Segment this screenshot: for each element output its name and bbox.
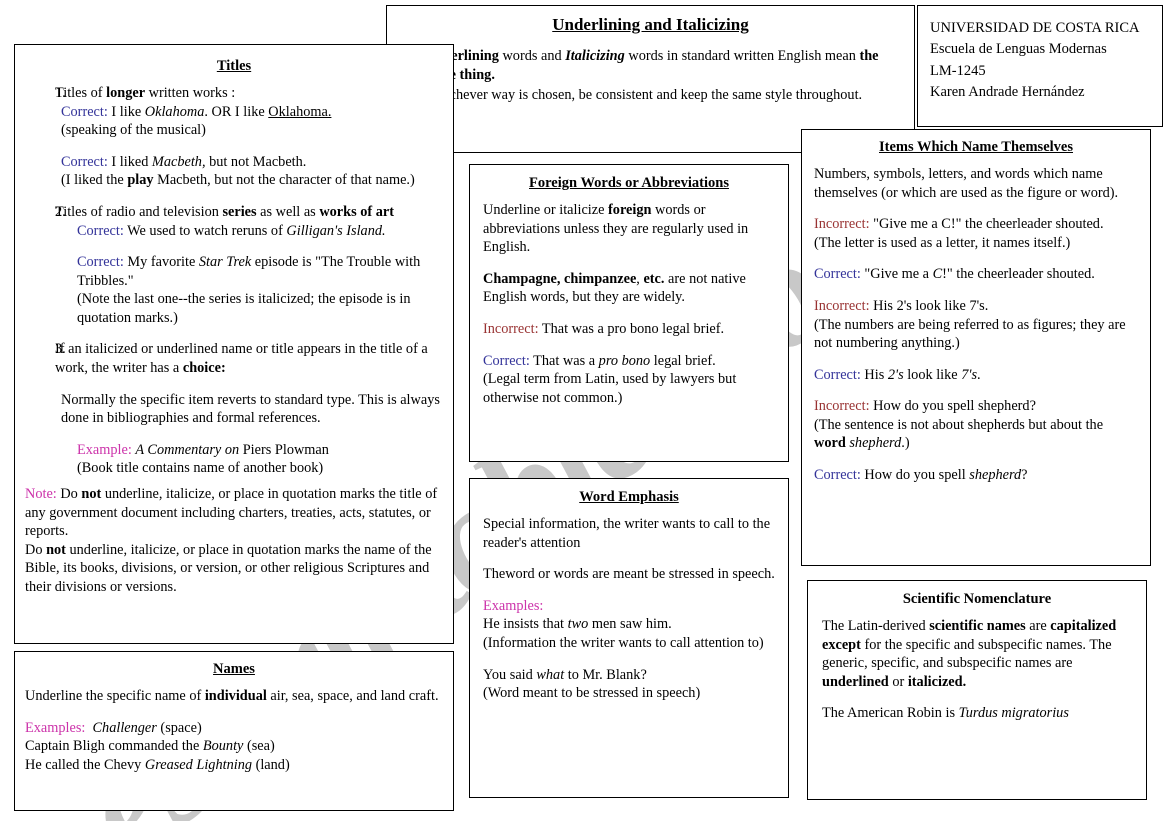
titles-item-3-body: Normally the specific item reverts to st… [61,391,440,427]
names-heading: Names [213,661,255,677]
titles-item-2b-paren: (Note the last one--the series is italic… [77,291,411,326]
emphasis-heading: Word Emphasis [579,489,679,505]
titles-heading: Titles [216,58,252,74]
science-rule: The Latin-derived scientific names are c… [822,618,1117,690]
foreign-incorrect: Incorrect: That was a pro bono legal bri… [483,321,725,338]
worksheet-page: eslprintables.com Underlining and Italic… [0,0,1169,821]
titles-box: Titles 1. Titles of longer written works… [14,44,454,644]
header-bullet-2: ➤ Whichever way is chosen, be consistent… [401,86,900,105]
items-incorrect-3: Incorrect: How do you spell shepherd? [814,398,1036,415]
university-info-box: UNIVERSIDAD DE COSTA RICA Escuela de Len… [917,5,1163,127]
emphasis-examples-label: Examples: [483,597,544,614]
items-correct-1: Correct: "Give me a C!" the cheerleader … [814,266,1095,283]
items-incorrect-2-paren: (The numbers are being referred to as fi… [814,316,1126,352]
names-body: Underline the specific name of individua… [25,687,443,774]
school-name: Escuela de Lenguas Modernas [930,41,1107,58]
titles-item-2-correct: Correct: We used to watch reruns of Gill… [77,222,386,239]
header-bullet-2-text: Whichever way is chosen, be consistent a… [425,86,863,103]
items-incorrect-1-paren: (The letter is used as a letter, it name… [814,234,1071,251]
items-rule: Numbers, symbols, letters, and words whi… [814,166,1119,201]
titles-item-3-number: 3. [55,341,66,358]
university-name: UNIVERSIDAD DE COSTA RICA [930,20,1140,36]
names-example-1: Examples: Challenger (space) [25,719,202,736]
titles-item-3-text: If an italicized or underlined name or t… [55,341,428,377]
titles-example: Example: A Commentary on Piers Plowman [77,441,329,458]
titles-item-1-correct: Correct: I like Oklahoma. OR I like Okla… [61,103,332,120]
foreign-champagne: Champagne, chimpanzee, etc. are not nati… [483,270,746,306]
titles-note-1: Note: Do not underline, italicize, or pl… [25,485,438,540]
titles-note-2: Do not underline, italicize, or place in… [25,541,432,595]
titles-item-1-text: Titles of longer written works : [55,85,236,102]
foreign-body: Underline or italicize foreign words or … [483,201,775,407]
course-code: LM-1245 [930,62,986,79]
foreign-heading: Foreign Words or Abbreviations [529,175,729,191]
science-heading: Scientific Nomenclature [902,591,1052,607]
foreign-correct-paren: (Legal term from Latin, used by lawyers … [483,371,737,406]
items-heading: Items Which Name Themselves [879,139,1073,155]
titles-item-1-note: (speaking of the musical) [61,122,206,139]
titles-item-1b-paren: (I liked the play Macbeth, but not the c… [61,172,415,189]
items-incorrect-2: Incorrect: His 2's look like 7's. [814,298,989,315]
header-bullet-1: ➤ Underlining words and Italicizing word… [401,47,900,85]
header-title: Underlining and Italicizing [552,15,749,34]
titles-item-1: 1. Titles of longer written works : [25,84,443,103]
names-example-2: Captain Bligh commanded the Bounty (sea) [25,738,275,755]
emphasis-example-2-paren: (Word meant to be stressed in speech) [483,685,701,702]
emphasis-example-1-paren: (Information the writer wants to call at… [483,635,764,652]
titles-item-1b-correct: Correct: I liked Macbeth, but not Macbet… [61,153,307,170]
foreign-rule: Underline or italicize foreign words or … [483,202,749,256]
titles-item-2-text: Titles of radio and television series as… [55,204,394,221]
items-name-themselves-box: Items Which Name Themselves Numbers, sym… [801,129,1151,566]
emphasis-point-1: Special information, the writer wants to… [483,516,771,551]
foreign-correct: Correct: That was a pro bono legal brief… [483,352,716,369]
science-body: The Latin-derived scientific names are c… [822,617,1132,723]
items-incorrect-1: Incorrect: "Give me a C!" the cheerleade… [814,216,1104,233]
titles-example-paren: (Book title contains name of another boo… [77,460,324,477]
names-box: Names Underline the specific name of ind… [14,651,454,811]
foreign-words-box: Foreign Words or Abbreviations Underline… [469,164,789,462]
titles-item-2b-correct: Correct: My favorite Star Trek episode i… [77,254,421,289]
titles-body: 1. Titles of longer written works : Corr… [25,84,443,596]
word-emphasis-box: Word Emphasis Special information, the w… [469,478,789,798]
titles-item-1-number: 1. [55,85,66,102]
items-incorrect-3-paren: (The sentence is not about shepherds but… [814,416,1104,452]
emphasis-example-1: He insists that two men saw him. [483,616,672,633]
header-bullet-1-text: Underlining words and Italicizing words … [425,48,879,84]
items-body: Numbers, symbols, letters, and words whi… [814,165,1138,485]
items-correct-2: Correct: His 2's look like 7's. [814,366,981,383]
names-example-3: He called the Chevy Greased Lightning (l… [25,756,290,773]
titles-item-3: 3. If an italicized or underlined name o… [25,340,443,377]
emphasis-point-2: Theword or words are meant be stressed i… [483,566,775,583]
scientific-nomenclature-box: Scientific Nomenclature The Latin-derive… [807,580,1147,800]
names-rule: Underline the specific name of individua… [25,688,439,705]
author-name: Karen Andrade Hernández [930,84,1085,101]
titles-item-2: 2. Titles of radio and television series… [25,203,443,222]
items-correct-3: Correct: How do you spell shepherd? [814,467,1028,484]
science-example: The American Robin is Turdus migratorius [822,705,1069,722]
titles-item-2-number: 2. [55,204,66,221]
emphasis-body: Special information, the writer wants to… [483,515,775,703]
emphasis-example-2: You said what to Mr. Blank? [483,666,647,683]
